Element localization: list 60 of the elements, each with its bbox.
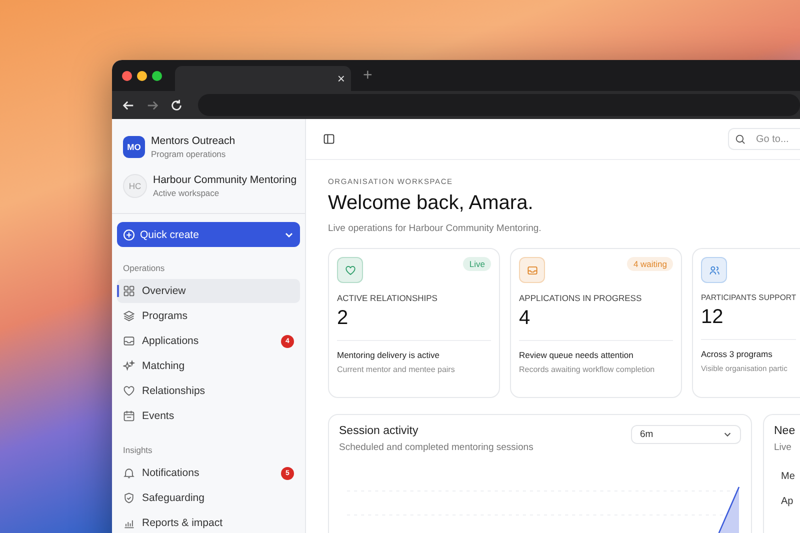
- stat-detail: Current mentor and mentee pairs: [337, 365, 456, 374]
- panel-subtitle: Live: [774, 442, 792, 453]
- stat-value: 2: [337, 307, 491, 341]
- panel-row[interactable]: Me: [781, 471, 800, 482]
- heart-icon: [123, 385, 135, 397]
- section-heading: Operations: [122, 263, 166, 273]
- search-icon: [735, 134, 746, 145]
- range-dropdown[interactable]: 6m: [631, 425, 741, 444]
- quick-create-button[interactable]: Quick create: [117, 222, 300, 247]
- section-heading: Insights: [122, 445, 154, 455]
- shield-icon: [123, 492, 135, 504]
- nav-item[interactable]: Safeguarding: [117, 486, 300, 510]
- stat-note: Across 3 programs: [701, 349, 774, 359]
- chart-title: Session activity: [339, 425, 420, 437]
- workspace-subtitle: Active workspace: [153, 188, 220, 198]
- stat-note: Review queue needs attention: [519, 350, 634, 360]
- nav-item[interactable]: Relationships: [117, 379, 300, 403]
- close-tab-button[interactable]: ×: [337, 72, 345, 86]
- status-badge: 4 waiting: [627, 257, 673, 271]
- minimize-window-button[interactable]: [137, 70, 147, 80]
- panel-row[interactable]: Ap: [781, 496, 800, 507]
- calendar-icon: [123, 410, 135, 422]
- browser-tab[interactable]: ×: [175, 66, 351, 91]
- inbox-icon: [526, 264, 538, 276]
- workspace-subtitle: Program operations: [151, 148, 227, 158]
- chevron-down-icon: [723, 430, 732, 439]
- stat-label: ACTIVE RELATIONSHIPS: [337, 293, 438, 303]
- workspace-avatar[interactable]: MO: [123, 136, 145, 158]
- stat-label: APPLICATIONS IN PROGRESS: [519, 293, 643, 303]
- workspace-name: Mentors Outreach: [151, 134, 236, 146]
- back-arrow-icon[interactable]: [122, 98, 135, 112]
- chart-subtitle: Scheduled and completed mentoring sessions: [339, 442, 534, 453]
- sparkles-icon: [123, 360, 135, 372]
- layers-icon: [123, 310, 135, 322]
- heart-icon: [344, 264, 356, 276]
- users-icon: [708, 264, 720, 276]
- sidebar-toggle-icon[interactable]: [323, 133, 335, 145]
- grid-icon: [123, 285, 135, 297]
- zoom-window-button[interactable]: [152, 70, 162, 80]
- nav-item[interactable]: Reports & impact: [117, 511, 300, 533]
- workspace-name: Harbour Community Mentoring: [153, 174, 297, 186]
- close-window-button[interactable]: [122, 70, 132, 80]
- search-field[interactable]: Go to...: [728, 128, 800, 150]
- plus-circle-icon: [123, 228, 135, 240]
- stat-detail: Records awaiting workflow completion: [519, 365, 656, 374]
- nav-item[interactable]: Events: [117, 404, 300, 428]
- inbox-icon: [123, 335, 135, 347]
- page-title: Welcome back, Amara.: [328, 192, 534, 215]
- new-tab-button[interactable]: +: [363, 66, 372, 84]
- page-subtitle: Live operations for Harbour Community Mentoring.: [328, 223, 542, 234]
- stat-note: Mentoring delivery is active: [337, 350, 441, 360]
- stat-value: 12: [701, 306, 796, 340]
- nav-item[interactable]: Programs: [117, 304, 300, 328]
- reload-icon[interactable]: [170, 98, 183, 112]
- nav-item[interactable]: Matching: [117, 354, 300, 378]
- nav-item[interactable]: Overview: [117, 279, 300, 303]
- status-badge: Live: [463, 257, 491, 271]
- panel-title: Nee: [774, 425, 796, 437]
- bell-icon: [123, 467, 135, 479]
- stat-value: 4: [519, 307, 673, 341]
